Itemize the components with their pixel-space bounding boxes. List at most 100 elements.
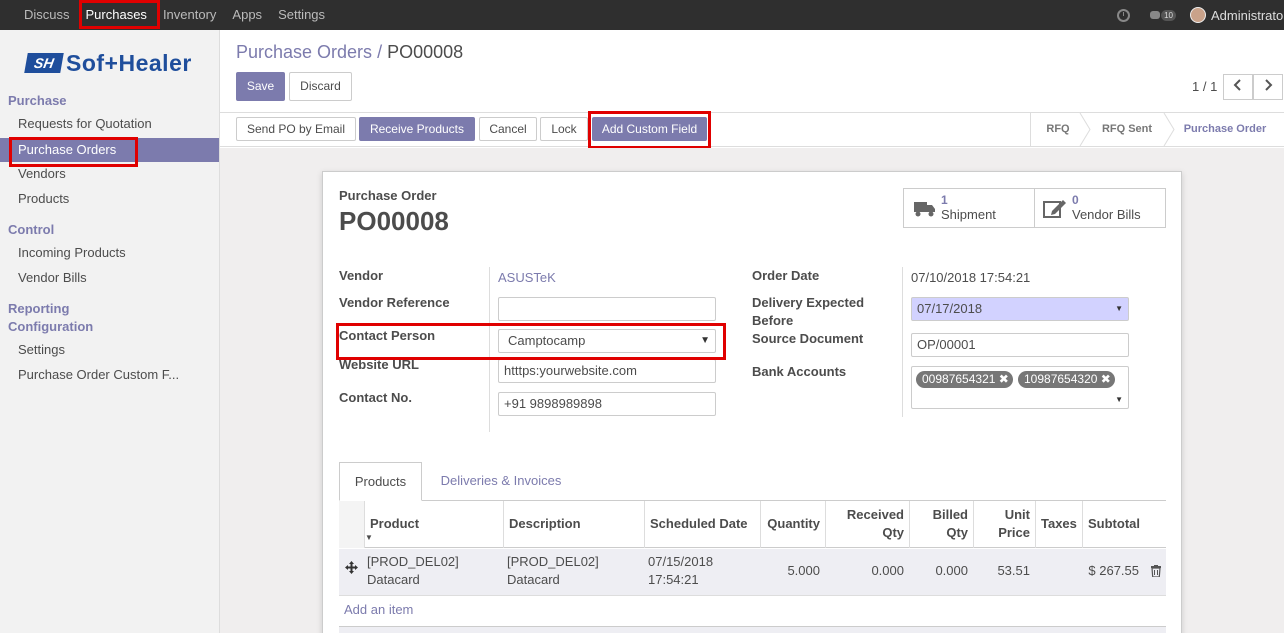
receive-products-button[interactable]: Receive Products bbox=[359, 117, 475, 141]
sidebar-section-configuration: Configuration bbox=[8, 319, 94, 334]
top-navbar: Discuss Purchases Inventory Apps Setting… bbox=[0, 0, 1284, 30]
menu-apps[interactable]: Apps bbox=[224, 0, 270, 30]
breadcrumb-separator: / bbox=[377, 42, 383, 62]
sort-down-icon: ▼ bbox=[365, 533, 373, 542]
menu-inventory[interactable]: Inventory bbox=[155, 0, 224, 30]
vendor-bills-smart-button[interactable]: 0 Vendor Bills bbox=[1034, 188, 1166, 228]
logo-text: Sof+Healer bbox=[66, 49, 192, 76]
stage-rfq-sent[interactable]: RFQ Sent bbox=[1092, 113, 1162, 146]
activity-clock-icon[interactable] bbox=[1117, 8, 1131, 22]
sidebar-item-rfq[interactable]: Requests for Quotation bbox=[0, 112, 219, 136]
bank-accounts-input[interactable]: 00987654321 ✖ 10987654320 ✖ ▼ bbox=[911, 366, 1129, 409]
shipment-label: Shipment bbox=[941, 207, 996, 222]
sidebar-section-reporting[interactable]: Reporting bbox=[8, 300, 69, 318]
stage-divider bbox=[1163, 113, 1175, 146]
scheduled-date: 07/15/2018 bbox=[648, 554, 714, 569]
handle-column bbox=[339, 501, 364, 548]
save-button[interactable]: Save bbox=[236, 72, 285, 101]
sidebar-section-control: Control bbox=[8, 222, 55, 237]
move-handle-icon[interactable] bbox=[339, 549, 364, 596]
column-received-qty[interactable]: Received Qty bbox=[825, 501, 909, 548]
delivery-date-value: 07/17/2018 bbox=[917, 301, 983, 316]
website-url-label: Website URL bbox=[339, 357, 419, 372]
website-url-input[interactable]: htttps:yourwebsite.com bbox=[498, 359, 716, 383]
sidebar-item-purchase-orders[interactable]: Purchase Orders bbox=[0, 138, 219, 162]
pager-value: 1 / 1 bbox=[1192, 79, 1218, 94]
column-taxes[interactable]: Taxes bbox=[1035, 501, 1082, 548]
remove-tag-icon[interactable]: ✖ bbox=[1101, 372, 1111, 386]
messaging-icon[interactable]: 10 bbox=[1150, 9, 1176, 21]
menu-purchases[interactable]: Purchases bbox=[78, 0, 155, 30]
cell-quantity: 5.000 bbox=[787, 563, 820, 578]
pager-next-button[interactable] bbox=[1253, 74, 1283, 100]
table-row[interactable]: [PROD_DEL02] Datacard [PROD_DEL02] Datac… bbox=[339, 549, 1166, 596]
delivery-expected-label: Delivery Expected Before bbox=[752, 294, 864, 330]
stage-rfq[interactable]: RFQ bbox=[1030, 113, 1086, 146]
vendor-value[interactable]: ASUSTeK bbox=[498, 270, 556, 285]
unit-price-line1: Unit bbox=[1004, 507, 1030, 522]
pager-previous-button[interactable] bbox=[1223, 74, 1253, 100]
column-scheduled-date[interactable]: Scheduled Date bbox=[644, 501, 760, 548]
add-custom-field-button[interactable]: Add Custom Field bbox=[592, 117, 707, 141]
sidebar-item-products[interactable]: Products bbox=[0, 187, 219, 211]
tab-products[interactable]: Products bbox=[339, 462, 422, 501]
tab-deliveries-invoices[interactable]: Deliveries & Invoices bbox=[426, 462, 576, 501]
stage-purchase-order[interactable]: Purchase Order bbox=[1175, 113, 1275, 146]
trash-icon bbox=[1151, 565, 1161, 578]
sidebar-item-vendor-bills[interactable]: Vendor Bills bbox=[0, 266, 219, 290]
sidebar-section-purchase: Purchase bbox=[8, 93, 67, 108]
column-unit-price[interactable]: Unit Price bbox=[973, 501, 1035, 548]
chevron-left-icon bbox=[1233, 79, 1241, 91]
cell-billed-qty: 0.000 bbox=[935, 563, 968, 578]
cell-taxes bbox=[1035, 549, 1082, 596]
breadcrumb-parent[interactable]: Purchase Orders bbox=[236, 42, 372, 62]
add-item-link[interactable]: Add an item bbox=[344, 602, 413, 617]
cancel-button[interactable]: Cancel bbox=[479, 117, 537, 141]
remove-tag-icon[interactable]: ✖ bbox=[999, 372, 1009, 386]
menu-settings[interactable]: Settings bbox=[270, 0, 333, 30]
source-document-input[interactable]: OP/00001 bbox=[911, 333, 1129, 357]
shipment-count: 1 bbox=[941, 193, 948, 207]
logo-mark: SH bbox=[24, 53, 64, 73]
send-po-email-button[interactable]: Send PO by Email bbox=[236, 117, 356, 141]
bank-accounts-label: Bank Accounts bbox=[752, 364, 847, 379]
column-billed-qty[interactable]: Billed Qty bbox=[909, 501, 973, 548]
softhealer-logo: SH Sof+Healer bbox=[24, 49, 194, 76]
contact-person-select[interactable]: Camptocamp ▼ bbox=[498, 329, 716, 353]
delete-row-button[interactable] bbox=[1146, 549, 1164, 596]
sidebar-item-vendors[interactable]: Vendors bbox=[0, 162, 219, 186]
vendor-reference-label: Vendor Reference bbox=[339, 295, 450, 310]
vendor-reference-input[interactable] bbox=[498, 297, 716, 321]
form-sheet: Purchase Order PO00008 1 Shipment 0 Vend… bbox=[322, 171, 1182, 633]
order-date-value: 07/10/2018 17:54:21 bbox=[911, 270, 1031, 285]
bank-tag-label: 10987654320 bbox=[1024, 372, 1098, 386]
order-lines-header: Product ▼ Description Scheduled Date Qua… bbox=[339, 501, 1166, 548]
user-avatar[interactable] bbox=[1190, 7, 1206, 23]
document-type-label: Purchase Order bbox=[339, 188, 437, 203]
column-product[interactable]: Product ▼ bbox=[364, 501, 503, 548]
edit-icon bbox=[1043, 200, 1066, 218]
breadcrumb: Purchase Orders / PO00008 bbox=[236, 42, 463, 63]
menu-discuss[interactable]: Discuss bbox=[16, 0, 78, 30]
contact-no-input[interactable]: +91 9898989898 bbox=[498, 392, 716, 416]
vendor-bills-label: Vendor Bills bbox=[1072, 207, 1141, 222]
user-menu[interactable]: Administrator bbox=[1211, 8, 1284, 23]
lock-button[interactable]: Lock bbox=[540, 117, 588, 141]
product-name: Datacard bbox=[367, 572, 420, 587]
chevron-down-icon: ▼ bbox=[1115, 395, 1123, 404]
delivery-date-input[interactable]: 07/17/2018 ▼ bbox=[911, 297, 1129, 321]
sidebar-item-incoming-products[interactable]: Incoming Products bbox=[0, 241, 219, 265]
shipment-smart-button[interactable]: 1 Shipment bbox=[903, 188, 1035, 228]
discard-button[interactable]: Discard bbox=[289, 72, 352, 101]
chat-bubble-icon bbox=[1150, 11, 1161, 19]
column-description[interactable]: Description bbox=[503, 501, 644, 548]
sidebar-item-settings[interactable]: Settings bbox=[0, 338, 219, 362]
column-subtotal[interactable]: Subtotal bbox=[1082, 501, 1144, 548]
table-footer bbox=[339, 626, 1166, 633]
sidebar-item-custom-fields[interactable]: Purchase Order Custom F... bbox=[0, 363, 219, 387]
scheduled-time: 17:54:21 bbox=[648, 572, 699, 587]
chat-count-badge: 10 bbox=[1161, 9, 1176, 21]
breadcrumb-current: PO00008 bbox=[387, 42, 464, 62]
cell-received-qty: 0.000 bbox=[871, 563, 904, 578]
column-quantity[interactable]: Quantity bbox=[760, 501, 825, 548]
